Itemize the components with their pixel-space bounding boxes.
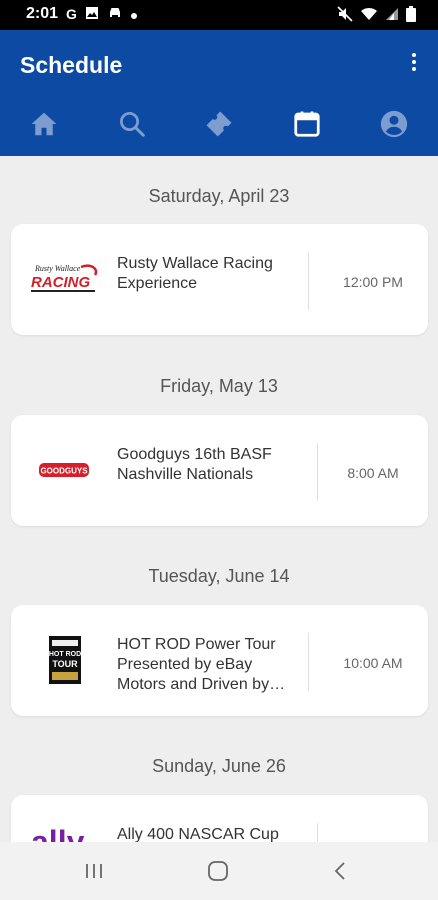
- logo-text-top: Rusty Wallace: [34, 264, 81, 273]
- dot-icon: [130, 6, 137, 22]
- recent-apps-button[interactable]: [74, 856, 114, 886]
- tab-bar: [0, 104, 438, 144]
- event-card[interactable]: Rusty Wallace RACING Rusty Wallace Racin…: [11, 224, 428, 335]
- divider: [308, 633, 309, 691]
- app-header: Schedule: [0, 30, 438, 156]
- home-button-icon: [208, 861, 228, 881]
- event-time: 10:00 AM: [343, 655, 403, 671]
- logo-text-sub: TOUR: [52, 659, 78, 669]
- schedule-list: Saturday, April 23 Rusty Wallace RACING …: [0, 156, 438, 842]
- event-time: 8:00 AM: [347, 465, 399, 481]
- status-time: 2:01: [26, 5, 59, 22]
- back-button[interactable]: [320, 856, 360, 886]
- divider: [317, 823, 318, 842]
- tab-home[interactable]: [24, 104, 64, 144]
- tab-schedule[interactable]: [287, 104, 327, 144]
- car-icon: [107, 6, 123, 23]
- logo-text-main: ally: [31, 823, 85, 843]
- event-time: 12:00 PM: [343, 274, 403, 290]
- event-title: Rusty Wallace Racing Experience: [117, 255, 273, 292]
- signal-icon: [385, 7, 399, 24]
- battery-icon: [406, 6, 416, 25]
- account-icon: [380, 110, 408, 138]
- date-header: Sunday, June 26: [152, 756, 286, 776]
- mute-icon: [337, 6, 353, 25]
- home-icon: [31, 112, 57, 136]
- logo-text-main: HOT ROD: [49, 651, 81, 658]
- tab-profile[interactable]: [374, 104, 414, 144]
- event-title: HOT ROD Power Tour Presented by eBay Mot…: [117, 636, 286, 693]
- search-icon: [120, 112, 145, 137]
- google-g-icon: G: [66, 6, 77, 22]
- system-nav-bar: [0, 842, 438, 900]
- event-logo: HOT ROD TOUR: [29, 635, 101, 685]
- event-logo: ally: [31, 817, 103, 843]
- logo-text-main: GOODGUYS: [40, 467, 88, 476]
- status-bar: 2:01 G: [0, 0, 438, 30]
- calendar-icon: [294, 111, 320, 137]
- date-header: Tuesday, June 14: [148, 566, 290, 586]
- event-card[interactable]: ally Ally 400 NASCAR Cup: [11, 795, 428, 842]
- event-card[interactable]: HOT ROD TOUR HOT ROD Power Tour Presente…: [11, 605, 428, 716]
- event-logo: GOODGUYS: [29, 445, 101, 495]
- divider: [308, 252, 309, 310]
- image-icon: [85, 6, 99, 23]
- event-logo: Rusty Wallace RACING: [29, 254, 101, 304]
- back-icon: [334, 862, 345, 880]
- date-header: Friday, May 13: [160, 376, 278, 396]
- home-button[interactable]: [198, 856, 238, 886]
- tab-tickets[interactable]: [199, 104, 239, 144]
- recent-apps-icon: [86, 864, 102, 878]
- more-vertical-icon[interactable]: [406, 50, 422, 78]
- ticket-icon: [206, 111, 232, 137]
- page-title: Schedule: [20, 52, 123, 78]
- wifi-icon: [360, 6, 378, 25]
- date-header: Saturday, April 23: [148, 186, 290, 206]
- tab-search[interactable]: [112, 104, 152, 144]
- event-card[interactable]: GOODGUYS Goodguys 16th BASF Nashville Na…: [11, 415, 428, 526]
- event-title: Goodguys 16th BASF Nashville Nationals: [117, 446, 272, 483]
- event-title: Ally 400 NASCAR Cup: [117, 826, 279, 842]
- logo-text-main: RACING: [31, 274, 90, 291]
